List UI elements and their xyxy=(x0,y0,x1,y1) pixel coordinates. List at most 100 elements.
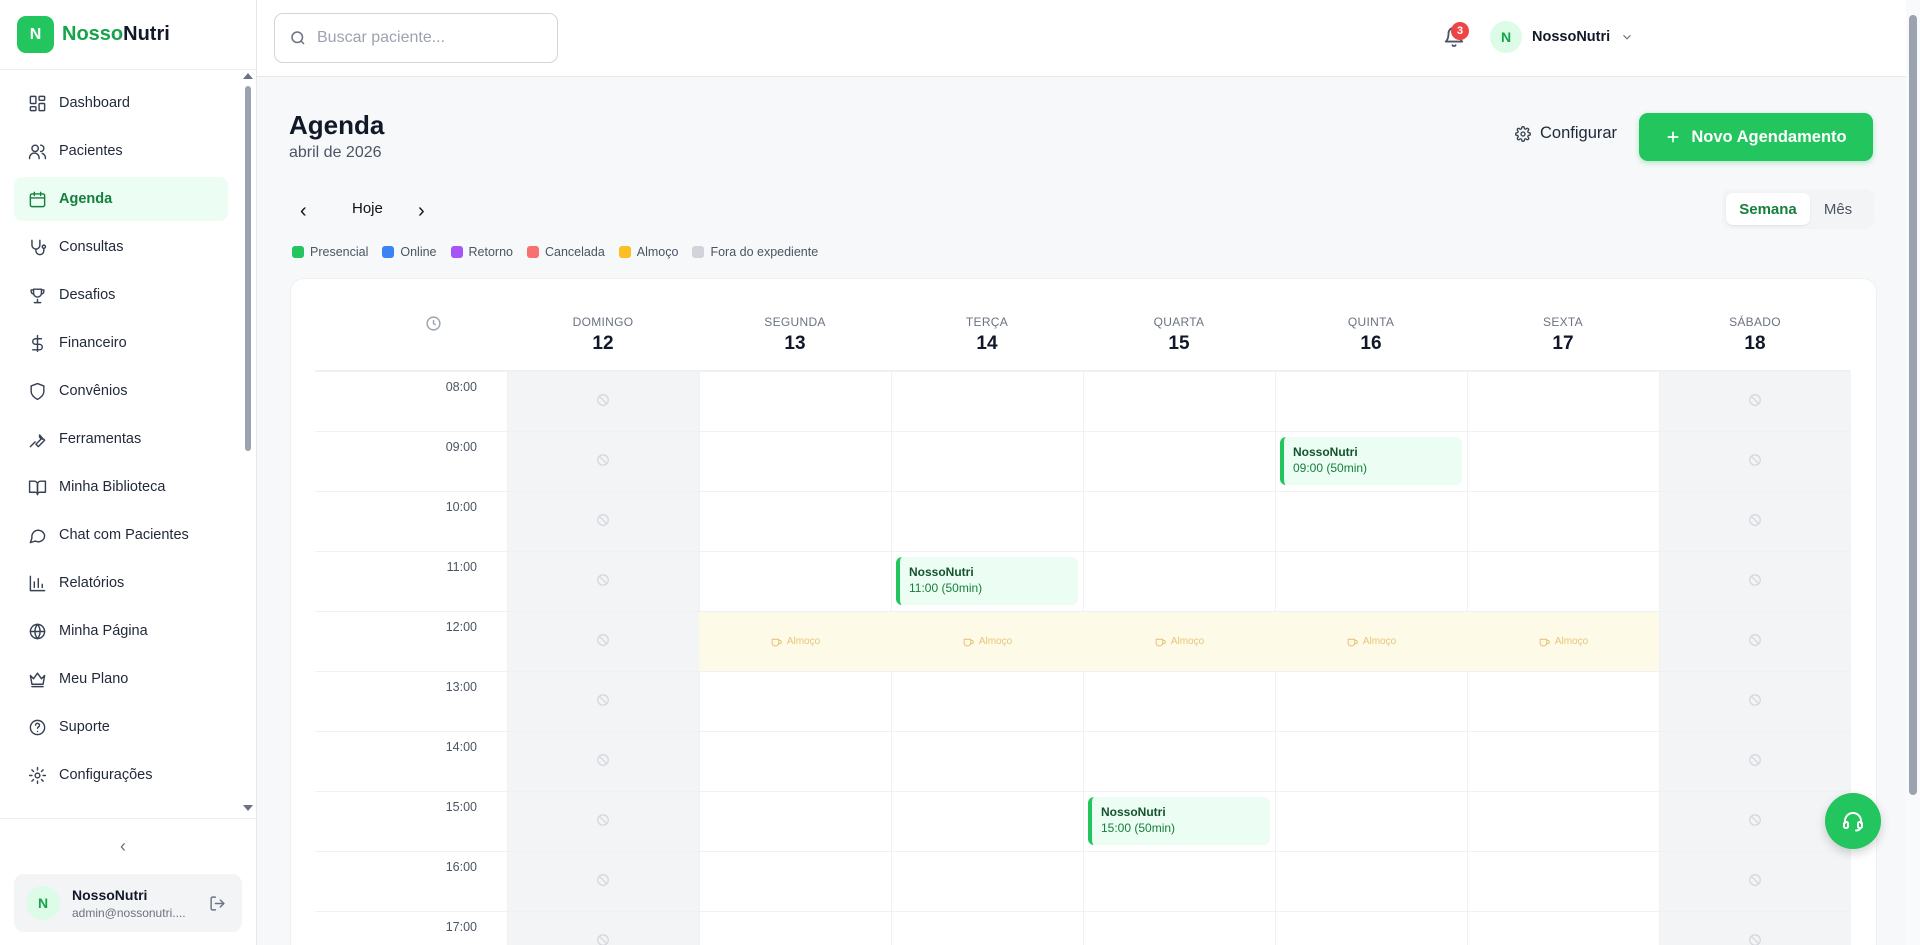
hour-line xyxy=(315,791,1850,792)
sidebar-item-minha-biblioteca[interactable]: Minha Biblioteca xyxy=(14,465,228,509)
sidebar-item-label: Pacientes xyxy=(59,143,123,159)
legend-label: Cancelada xyxy=(545,245,605,259)
legend-item: Almoço xyxy=(618,245,678,259)
unavailable-icon xyxy=(507,393,699,407)
sidebar-scroll-up[interactable] xyxy=(243,73,253,79)
bar-chart-icon xyxy=(29,575,46,591)
day-header[interactable]: SÁBADO 18 xyxy=(1659,315,1851,355)
hour-line xyxy=(315,731,1850,732)
sidebar-item-pacientes[interactable]: Pacientes xyxy=(14,129,228,173)
user-name: NossoNutri xyxy=(72,886,148,903)
day-name: SÁBADO xyxy=(1729,315,1781,329)
unavailable-icon xyxy=(1659,573,1851,587)
sidebar-scrollbar[interactable] xyxy=(245,86,251,451)
hour-line xyxy=(315,611,1850,612)
sidebar-nav: Dashboard Pacientes Agenda Consultas Desafio… xyxy=(14,81,228,801)
legend-swatch xyxy=(618,246,631,258)
new-appointment-button[interactable]: Novo Agendamento xyxy=(1639,113,1873,161)
event-title: NossoNutri xyxy=(1293,445,1358,459)
appointment-event[interactable]: NossoNutri 09:00 (50min) xyxy=(1280,437,1462,485)
day-header[interactable]: QUINTA 16 xyxy=(1275,315,1467,355)
hour-line xyxy=(315,371,1850,372)
sidebar-item-ferramentas[interactable]: Ferramentas xyxy=(14,417,228,461)
today-button[interactable]: Hoje xyxy=(352,200,383,217)
legend-swatch xyxy=(692,246,705,258)
sidebar-item-financeiro[interactable]: Financeiro xyxy=(14,321,228,365)
day-header[interactable]: DOMINGO 12 xyxy=(507,315,699,355)
day-header[interactable]: SEXTA 17 xyxy=(1467,315,1659,355)
sidebar-item-minha-pagina[interactable]: Minha Página xyxy=(14,609,228,653)
unavailable-icon xyxy=(1659,513,1851,527)
hour-line xyxy=(315,431,1850,432)
sidebar-divider xyxy=(0,69,256,70)
sidebar-item-desafios[interactable]: Desafios xyxy=(14,273,228,317)
configure-button[interactable]: Configurar xyxy=(1515,124,1617,143)
sidebar-scroll-down[interactable] xyxy=(243,805,253,811)
day-number: 18 xyxy=(1744,333,1766,354)
sidebar-item-meu-plano[interactable]: Meu Plano xyxy=(14,657,228,701)
day-header[interactable]: TERÇA 14 xyxy=(891,315,1083,355)
day-name: QUARTA xyxy=(1153,315,1205,329)
time-label: 16:00 xyxy=(445,860,477,874)
user-card[interactable]: N NossoNutri admin@nossonutri.... xyxy=(14,874,242,932)
sidebar-item-relatorios[interactable]: Relatórios xyxy=(14,561,228,605)
prev-week-button[interactable]: ‹ xyxy=(300,200,307,223)
unavailable-icon xyxy=(1659,873,1851,887)
view-week-button[interactable]: Semana xyxy=(1726,193,1810,225)
brand-name: NossoNutri xyxy=(62,23,170,45)
logout-icon[interactable] xyxy=(209,895,226,912)
lunch-label: Almoço xyxy=(699,635,891,648)
calendar-grid: 08:00 09:00 10:00 11:00 12:00 Almoço Almoço Alm… xyxy=(315,371,1851,945)
unavailable-icon xyxy=(507,573,699,587)
hour-line xyxy=(315,491,1850,492)
sidebar: N NossoNutri Dashboard Pacientes Agenda Con… xyxy=(0,0,257,945)
unavailable-icon xyxy=(507,513,699,527)
top-user-menu[interactable]: N NossoNutri xyxy=(1490,21,1634,53)
unavailable-icon xyxy=(1659,813,1851,827)
unavailable-icon xyxy=(507,933,699,945)
next-week-button[interactable]: › xyxy=(418,200,425,223)
sidebar-item-suporte[interactable]: Suporte xyxy=(14,705,228,749)
day-header[interactable]: SEGUNDA 13 xyxy=(699,315,891,355)
sidebar-item-label: Financeiro xyxy=(59,335,127,351)
event-title: NossoNutri xyxy=(909,565,974,579)
sidebar-item-configuracoes[interactable]: Configurações xyxy=(14,753,228,797)
event-time: 11:00 (50min) xyxy=(909,581,983,595)
sidebar-item-consultas[interactable]: Consultas xyxy=(14,225,228,269)
user-email: admin@nossonutri.... xyxy=(72,905,186,920)
sidebar-item-label: Meu Plano xyxy=(59,671,129,687)
gear-icon xyxy=(28,766,47,784)
day-number: 15 xyxy=(1168,333,1190,354)
window-scrollbar[interactable] xyxy=(1909,15,1917,795)
legend-swatch xyxy=(292,246,304,258)
legend-label: Presencial xyxy=(310,245,369,259)
brand-logo[interactable]: N NossoNutri xyxy=(17,16,170,53)
support-chat-button[interactable] xyxy=(1825,793,1881,849)
appointment-event[interactable]: NossoNutri 15:00 (50min) xyxy=(1088,797,1270,845)
search-input[interactable] xyxy=(317,29,537,47)
day-name: DOMINGO xyxy=(572,315,634,329)
sidebar-item-convenios[interactable]: Convênios xyxy=(14,369,228,413)
lunch-label: Almoço xyxy=(1083,635,1275,648)
sidebar-item-agenda[interactable]: Agenda xyxy=(14,177,228,221)
appointment-event[interactable]: NossoNutri 11:00 (50min) xyxy=(896,557,1078,605)
unavailable-icon xyxy=(507,873,699,887)
unavailable-icon xyxy=(1659,693,1851,707)
legend: Presencial Online Retorno Cancelada Almoço Fo… xyxy=(292,245,818,259)
sidebar-item-label: Suporte xyxy=(59,719,110,735)
lunch-label: Almoço xyxy=(1467,635,1659,648)
sidebar-item-label: Chat com Pacientes xyxy=(59,527,189,543)
avatar: N xyxy=(1490,21,1522,53)
collapse-sidebar-button[interactable]: ‹ xyxy=(120,836,126,857)
unavailable-icon xyxy=(507,693,699,707)
plus-icon xyxy=(1667,131,1679,143)
sidebar-item-chat-com-pacientes[interactable]: Chat com Pacientes xyxy=(14,513,228,557)
sidebar-item-label: Configurações xyxy=(59,767,153,783)
event-title: NossoNutri xyxy=(1101,805,1166,819)
view-month-button[interactable]: Mês xyxy=(1810,193,1866,225)
legend-item: Retorno xyxy=(450,245,513,259)
search-box[interactable] xyxy=(274,13,558,63)
day-header[interactable]: QUARTA 15 xyxy=(1083,315,1275,355)
notification-badge: 3 xyxy=(1451,22,1469,40)
sidebar-item-dashboard[interactable]: Dashboard xyxy=(14,81,228,125)
